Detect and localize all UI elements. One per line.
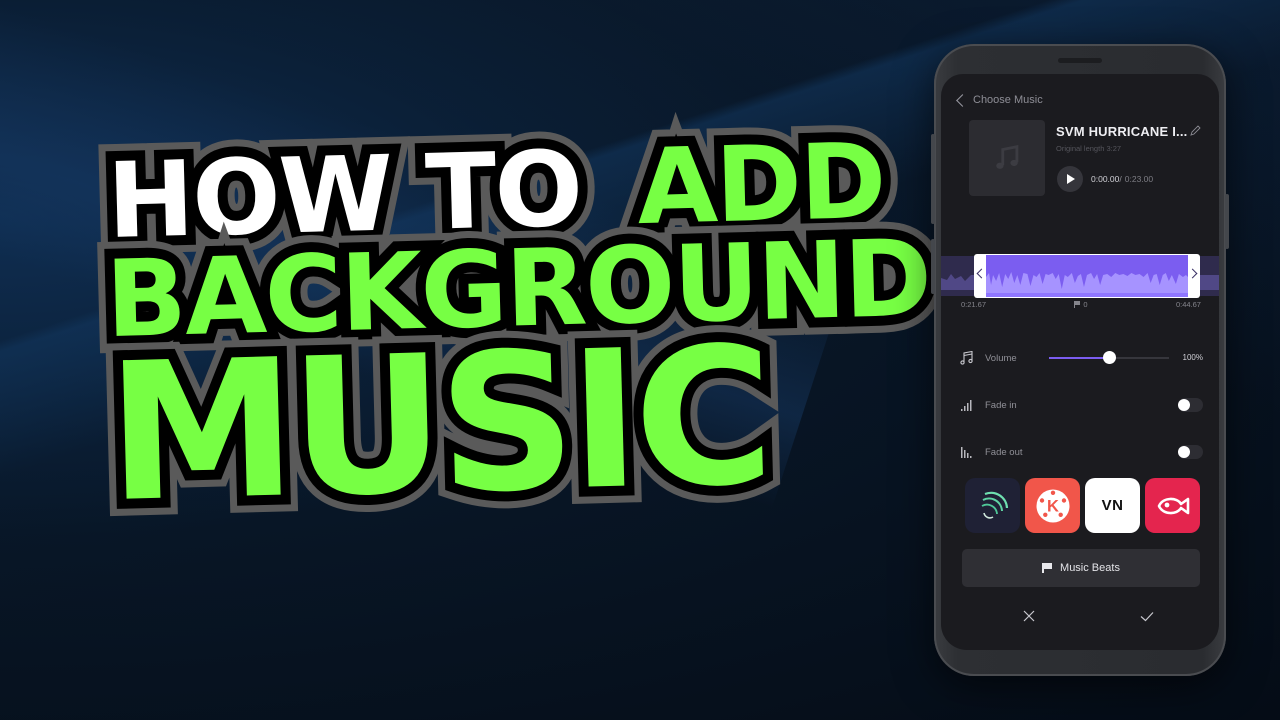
phone-mockup: Choose Music SVM HURRICANE I... Original… bbox=[931, 44, 1229, 676]
headline-line-3: MUSIC MUSIC MUSIC bbox=[88, 289, 900, 561]
volume-slider[interactable] bbox=[1049, 351, 1169, 364]
headline-music: MUSIC MUSIC MUSIC bbox=[88, 289, 788, 561]
waveform-selection[interactable] bbox=[974, 254, 1200, 298]
fade-out-icon bbox=[961, 447, 972, 458]
phone-volume-up-button bbox=[931, 134, 935, 224]
original-length: Original length 3:27 bbox=[1056, 144, 1122, 153]
track-info: SVM HURRICANE I... Original length 3:27 … bbox=[969, 120, 1205, 196]
play-button[interactable] bbox=[1057, 166, 1083, 192]
time-separator: / bbox=[1119, 174, 1122, 184]
fade-in-toggle[interactable] bbox=[1178, 398, 1203, 412]
current-time: 0:00.00 bbox=[1091, 174, 1120, 184]
music-note-icon bbox=[996, 144, 1019, 169]
toggle-knob bbox=[1178, 399, 1190, 411]
trim-handle-left-icon[interactable] bbox=[976, 268, 987, 279]
alight-motion-icon[interactable] bbox=[965, 478, 1020, 533]
headline-text-green: MUSIC bbox=[104, 305, 771, 545]
fade-out-label: Fade out bbox=[985, 446, 1023, 458]
thumbnail-headline: HOW TO HOW TO HOW TO ADD ADD ADD BACKGRO… bbox=[70, 103, 948, 561]
music-beats-button[interactable]: Music Beats bbox=[962, 549, 1200, 587]
volume-value: 100% bbox=[1182, 353, 1203, 362]
volume-slider-knob[interactable] bbox=[1103, 351, 1116, 364]
fade-out-row: Fade out bbox=[959, 442, 1203, 462]
vita-fish-logo bbox=[1157, 497, 1189, 514]
total-time: 0:23.00 bbox=[1124, 174, 1154, 184]
flag-icon bbox=[1042, 563, 1052, 573]
fade-in-label: Fade in bbox=[985, 399, 1017, 411]
trim-start-time: 0:21.67 bbox=[961, 300, 987, 309]
waveform-graphic bbox=[986, 272, 1188, 293]
vn-glyph: VN bbox=[1101, 497, 1124, 514]
trim-handle-right-icon[interactable] bbox=[1187, 268, 1198, 279]
chevron-left-icon bbox=[956, 93, 969, 107]
waveform-baseline bbox=[986, 293, 1188, 297]
phone-power-button bbox=[1225, 194, 1229, 249]
fade-in-row: Fade in bbox=[959, 395, 1203, 415]
flag-icon bbox=[1074, 301, 1081, 308]
check-icon[interactable] bbox=[1135, 604, 1159, 628]
volume-slider-fill bbox=[1049, 357, 1109, 359]
vita-icon[interactable] bbox=[1145, 478, 1200, 533]
play-icon bbox=[1067, 174, 1075, 184]
track-title: SVM HURRICANE I... bbox=[1056, 124, 1188, 139]
waveform-labels: 0:21.67 0 0:44.67 bbox=[961, 300, 1201, 309]
music-beats-label: Music Beats bbox=[1060, 562, 1120, 574]
beat-marker-count: 0 bbox=[1074, 300, 1088, 309]
alight-motion-logo bbox=[981, 491, 1008, 519]
back-button[interactable]: Choose Music bbox=[955, 93, 1043, 107]
phone-speaker-grille bbox=[1058, 58, 1102, 63]
pencil-icon[interactable] bbox=[1189, 125, 1201, 137]
album-artwork bbox=[969, 120, 1045, 196]
trim-end-time: 0:44.67 bbox=[1175, 300, 1201, 309]
fade-in-icon bbox=[961, 400, 972, 411]
phone-screen: Choose Music SVM HURRICANE I... Original… bbox=[941, 74, 1219, 650]
close-icon[interactable] bbox=[1017, 604, 1041, 628]
music-note-icon bbox=[960, 351, 973, 365]
kinemaster-glyph: K bbox=[1047, 497, 1059, 515]
toggle-knob bbox=[1178, 446, 1190, 458]
volume-label: Volume bbox=[985, 352, 1017, 364]
screen-title: Choose Music bbox=[973, 94, 1043, 106]
fade-out-toggle[interactable] bbox=[1178, 445, 1203, 459]
kinemaster-logo: K bbox=[1036, 489, 1069, 522]
marker-count-value: 0 bbox=[1083, 300, 1088, 309]
playback-time: 0:00.00/0:23.00 bbox=[1091, 174, 1153, 184]
waveform-selected-region bbox=[986, 255, 1188, 297]
bottom-actions bbox=[941, 604, 1219, 628]
editor-app-icons: K VN bbox=[965, 478, 1200, 533]
vn-icon[interactable]: VN bbox=[1085, 478, 1140, 533]
volume-row: Volume 100% bbox=[959, 348, 1203, 368]
phone-volume-down-button bbox=[931, 239, 935, 294]
kinemaster-icon[interactable]: K bbox=[1025, 478, 1080, 533]
